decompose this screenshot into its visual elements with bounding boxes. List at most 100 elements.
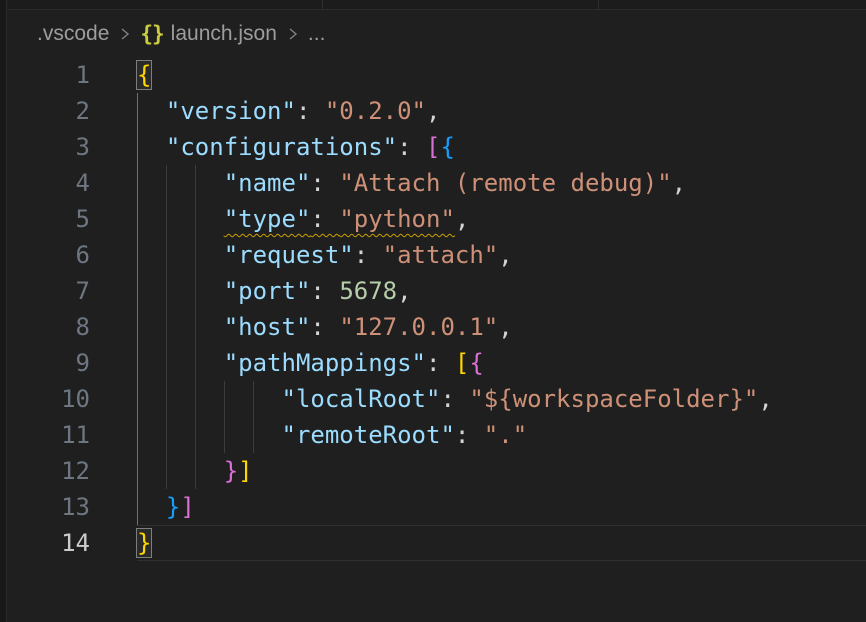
code-line-content[interactable]: }] bbox=[137, 489, 866, 525]
chevron-right-icon bbox=[118, 25, 131, 43]
code-token: : bbox=[354, 241, 383, 269]
code-token bbox=[137, 493, 166, 521]
code-token: "name" bbox=[224, 169, 311, 197]
code-token: : bbox=[310, 205, 339, 233]
code-token: "request" bbox=[224, 241, 354, 269]
code-token: : bbox=[296, 97, 325, 125]
code-token bbox=[137, 277, 224, 305]
code-token: ] bbox=[238, 457, 252, 485]
code-token bbox=[137, 385, 282, 413]
code-token bbox=[137, 205, 224, 233]
code-token: , bbox=[397, 277, 411, 305]
code-token: : bbox=[455, 421, 484, 449]
code-token: , bbox=[672, 169, 686, 197]
code-token: ] bbox=[180, 493, 194, 521]
code-token: "." bbox=[484, 421, 527, 449]
code-token: : bbox=[310, 169, 339, 197]
line-number: 9 bbox=[8, 349, 90, 377]
line-number: 3 bbox=[8, 133, 90, 161]
breadcrumb-file-label: launch.json bbox=[171, 22, 277, 46]
code-token: "pathMappings" bbox=[224, 349, 426, 377]
code-token: , bbox=[498, 313, 512, 341]
code-token bbox=[137, 349, 224, 377]
code-token: "127.0.0.1" bbox=[339, 313, 498, 341]
breadcrumb: .vscode {} launch.json ... bbox=[8, 11, 866, 57]
code-line-content[interactable]: "configurations": [{ bbox=[137, 129, 866, 165]
code-token: , bbox=[758, 385, 772, 413]
code-line-content[interactable]: }] bbox=[137, 453, 866, 489]
line-number: 7 bbox=[8, 277, 90, 305]
code-token bbox=[137, 97, 166, 125]
code-line-content[interactable]: } bbox=[137, 525, 866, 561]
code-token: : bbox=[440, 385, 469, 413]
editor[interactable]: 1{2 "version": "0.2.0",3 "configurations… bbox=[8, 57, 866, 622]
code-token: , bbox=[498, 241, 512, 269]
tab-divider bbox=[598, 0, 599, 10]
code-line-content[interactable]: "localRoot": "${workspaceFolder}", bbox=[137, 381, 866, 417]
code-token: } bbox=[166, 493, 180, 521]
code-token: "remoteRoot" bbox=[282, 421, 455, 449]
code-token: [ bbox=[455, 349, 469, 377]
code-token bbox=[137, 241, 224, 269]
code-token: "python" bbox=[339, 205, 455, 233]
indent-guide bbox=[195, 165, 196, 489]
code-line-content[interactable]: "request": "attach", bbox=[137, 237, 866, 273]
code-line-content[interactable]: "port": 5678, bbox=[137, 273, 866, 309]
code-line[interactable]: 1{ bbox=[8, 57, 866, 93]
indent-guide bbox=[253, 381, 254, 453]
tab-bar bbox=[8, 0, 866, 10]
code-token: "type" bbox=[224, 205, 311, 233]
code-token bbox=[137, 169, 224, 197]
line-number: 13 bbox=[8, 493, 90, 521]
chevron-right-icon bbox=[286, 25, 299, 43]
code-line[interactable]: 14} bbox=[8, 525, 866, 561]
code-token: } bbox=[137, 529, 151, 557]
breadcrumb-file[interactable]: {} launch.json bbox=[140, 22, 277, 46]
indent-guide bbox=[166, 165, 167, 489]
code-line-content[interactable]: "pathMappings": [{ bbox=[137, 345, 866, 381]
code-token: "Attach (remote debug)" bbox=[339, 169, 671, 197]
line-number: 1 bbox=[8, 61, 90, 89]
line-number: 12 bbox=[8, 457, 90, 485]
line-number: 14 bbox=[8, 529, 90, 557]
code-line-content[interactable]: "host": "127.0.0.1", bbox=[137, 309, 866, 345]
breadcrumb-folder[interactable]: .vscode bbox=[37, 22, 109, 46]
code-line-content[interactable]: "version": "0.2.0", bbox=[137, 93, 866, 129]
code-token: , bbox=[426, 97, 440, 125]
code-token: "version" bbox=[166, 97, 296, 125]
code-line-content[interactable]: "remoteRoot": "." bbox=[137, 417, 866, 453]
code-token: { bbox=[469, 349, 483, 377]
line-number: 10 bbox=[8, 385, 90, 413]
code-token: "configurations" bbox=[166, 133, 397, 161]
code-token: : bbox=[310, 277, 339, 305]
code-token: , bbox=[455, 205, 469, 233]
code-token bbox=[137, 313, 224, 341]
line-number: 8 bbox=[8, 313, 90, 341]
code-token: [ bbox=[426, 133, 440, 161]
tab-divider bbox=[322, 0, 323, 10]
code-line-content[interactable]: "type": "python", bbox=[137, 201, 866, 237]
code-token bbox=[137, 421, 282, 449]
code-token: "port" bbox=[224, 277, 311, 305]
code-token: } bbox=[224, 457, 238, 485]
code-token bbox=[137, 133, 166, 161]
code-token: : bbox=[310, 313, 339, 341]
code-line-content[interactable]: "name": "Attach (remote debug)", bbox=[137, 165, 866, 201]
code-token: : bbox=[426, 349, 455, 377]
code-token: "attach" bbox=[383, 241, 499, 269]
breadcrumb-symbol-ellipsis[interactable]: ... bbox=[308, 22, 326, 46]
code-token: : bbox=[397, 133, 426, 161]
code-token bbox=[137, 457, 224, 485]
json-file-icon: {} bbox=[140, 22, 163, 46]
line-number: 5 bbox=[8, 205, 90, 233]
code-token: { bbox=[137, 61, 151, 89]
sidebar-edge bbox=[0, 0, 7, 622]
code-line-content[interactable]: { bbox=[137, 57, 866, 93]
line-number: 4 bbox=[8, 169, 90, 197]
code-token: "localRoot" bbox=[282, 385, 441, 413]
code-token: 5678 bbox=[339, 277, 397, 305]
code-token: "0.2.0" bbox=[325, 97, 426, 125]
indent-guide bbox=[224, 381, 225, 453]
line-number: 2 bbox=[8, 97, 90, 125]
line-number: 6 bbox=[8, 241, 90, 269]
